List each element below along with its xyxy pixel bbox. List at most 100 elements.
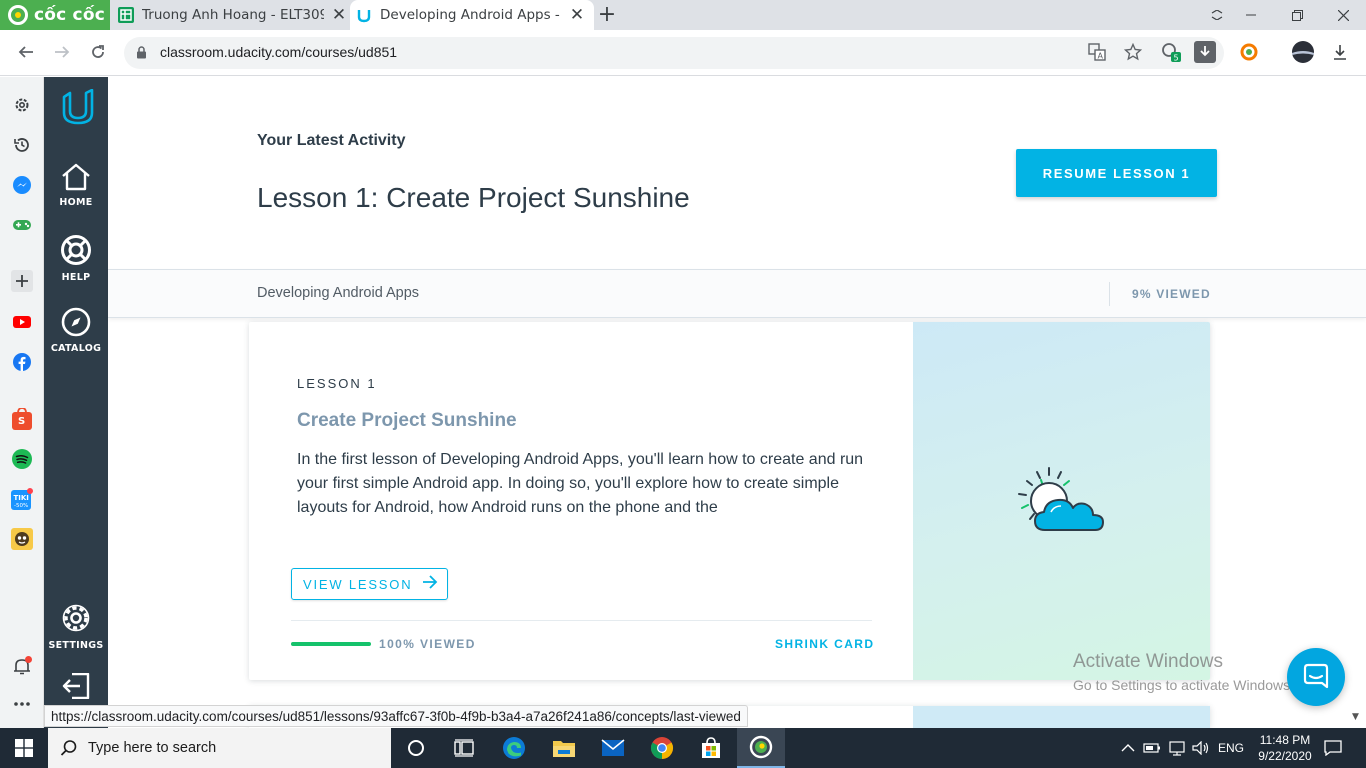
nav-home[interactable]: HOME	[44, 163, 108, 208]
page-title: Lesson 1: Create Project Sunshine	[257, 182, 690, 213]
lesson-number: LESSON 1	[297, 376, 377, 391]
taskbar-search-input[interactable]: Type here to search	[48, 728, 391, 768]
notifications-icon[interactable]	[11, 655, 33, 677]
new-tab-button[interactable]: +	[596, 2, 618, 27]
tab-title: Truong Anh Hoang - ELT3097	[142, 7, 324, 23]
windows-start-button[interactable]	[0, 728, 48, 768]
lesson-card-title[interactable]: Create Project Sunshine	[297, 410, 517, 432]
coccoc-icon[interactable]	[737, 728, 785, 768]
windows-activation-watermark: Activate Windows Go to Settings to activ…	[1073, 651, 1294, 693]
close-tab-icon[interactable]: ✕	[330, 5, 348, 25]
settings-icon[interactable]	[11, 94, 33, 116]
nav-catalog-label: CATALOG	[50, 343, 102, 354]
history-icon[interactable]	[11, 134, 33, 156]
close-window-icon[interactable]	[1320, 0, 1366, 30]
tiki-icon[interactable]: TIKI -50%	[11, 488, 33, 510]
browser-toolbar: classroom.udacity.com/courses/ud851 A 5	[0, 30, 1366, 76]
chat-support-button[interactable]	[1287, 648, 1345, 706]
download-icon[interactable]	[1194, 41, 1216, 63]
reload-icon[interactable]	[84, 38, 112, 66]
nav-help-label: HELP	[61, 272, 91, 283]
more-icon[interactable]	[11, 693, 33, 715]
game-app-icon[interactable]	[11, 528, 33, 550]
nav-settings[interactable]: SETTINGS	[44, 602, 108, 651]
store-icon[interactable]	[687, 728, 735, 768]
udacity-icon	[356, 7, 372, 23]
messenger-icon[interactable]	[11, 174, 33, 196]
downloads-icon[interactable]	[1329, 41, 1351, 63]
battery-icon[interactable]	[1143, 728, 1161, 768]
svg-text:A: A	[1098, 52, 1104, 61]
shrink-card-button[interactable]: SHRINK CARD	[775, 637, 874, 651]
lesson-image-panel	[913, 706, 1210, 728]
coccoc-menu-button[interactable]: cốc cốc	[0, 0, 110, 30]
home-icon	[62, 163, 90, 191]
mail-icon[interactable]	[589, 728, 637, 768]
lesson-description: In the first lesson of Developing Androi…	[297, 451, 864, 516]
bookmark-star-icon[interactable]	[1122, 41, 1144, 63]
chat-icon	[1303, 663, 1329, 689]
arrow-right-icon	[422, 574, 438, 594]
nav-catalog[interactable]: CATALOG	[44, 307, 108, 354]
resume-lesson-button[interactable]: RESUME LESSON 1	[1016, 149, 1217, 197]
facebook-icon[interactable]	[11, 351, 33, 373]
back-arrow-icon[interactable]	[12, 38, 40, 66]
close-tab-icon[interactable]: ✕	[568, 5, 586, 25]
nav-logout[interactable]	[44, 673, 108, 705]
nav-help[interactable]: HELP	[44, 234, 108, 283]
search-icon	[60, 740, 77, 756]
sheets-icon	[118, 7, 134, 23]
translate-icon[interactable]: A	[1086, 41, 1108, 63]
youtube-icon[interactable]	[11, 311, 33, 333]
nav-settings-label: SETTINGS	[48, 640, 104, 651]
search-placeholder: Type here to search	[88, 740, 217, 756]
edge-icon[interactable]	[490, 728, 538, 768]
task-view-icon[interactable]	[440, 728, 488, 768]
show-hidden-icons-icon[interactable]	[1121, 728, 1135, 768]
action-center-icon[interactable]	[1324, 728, 1342, 768]
volume-icon[interactable]	[1192, 728, 1210, 768]
restore-icon[interactable]	[1274, 0, 1320, 30]
lesson-image-panel	[913, 322, 1210, 680]
forward-arrow-icon[interactable]	[48, 38, 76, 66]
file-explorer-icon[interactable]	[540, 728, 588, 768]
view-lesson-button[interactable]: VIEW LESSON	[291, 568, 448, 600]
url-text: classroom.udacity.com/courses/ud851	[160, 44, 398, 60]
minimize-icon[interactable]	[1228, 0, 1274, 30]
lesson-progress-fill	[291, 642, 371, 646]
address-bar[interactable]: classroom.udacity.com/courses/ud851	[124, 37, 1224, 69]
help-lifebuoy-icon	[61, 235, 91, 265]
clock-date: 9/22/2020	[1258, 749, 1312, 763]
watermark-title: Activate Windows	[1073, 651, 1223, 672]
scroll-down-arrow-icon[interactable]: ▼	[1352, 712, 1359, 722]
tab-udacity[interactable]: Developing Android Apps - U ✕	[350, 0, 594, 30]
shopee-icon[interactable]: S	[11, 408, 33, 430]
windows-taskbar: Type here to search ENG 11:48 PM 9/22/20…	[0, 728, 1366, 768]
tab-sheets[interactable]: Truong Anh Hoang - ELT3097 ✕	[114, 0, 350, 30]
cortana-icon[interactable]	[392, 728, 440, 768]
course-viewed-percent: 9% VIEWED	[1132, 287, 1211, 301]
sun-cloud-icon	[1018, 467, 1104, 531]
udacity-logo[interactable]	[61, 89, 95, 125]
chrome-icon[interactable]	[638, 728, 686, 768]
course-name[interactable]: Developing Android Apps	[257, 285, 419, 301]
coccoc-extension-icon[interactable]	[1238, 41, 1260, 63]
lesson-card: LESSON 1 Create Project Sunshine In the …	[249, 322, 1210, 680]
browser-tab-strip: cốc cốc Truong Anh Hoang - ELT3097 ✕ Dev…	[0, 0, 1366, 30]
compass-icon	[61, 307, 91, 337]
extension-icon[interactable]: 5	[1160, 41, 1182, 63]
coccoc-logo-icon	[8, 5, 28, 25]
profile-avatar[interactable]	[1292, 41, 1314, 63]
lesson-progress-bar	[291, 642, 371, 646]
svg-text:-50%: -50%	[14, 503, 28, 509]
language-indicator[interactable]: ENG	[1218, 728, 1244, 768]
udacity-nav: HOME HELP CATALOG SETTINGS	[44, 77, 108, 728]
status-bar-url: https://classroom.udacity.com/courses/ud…	[44, 705, 748, 727]
network-icon[interactable]	[1168, 728, 1186, 768]
spotify-icon[interactable]	[11, 448, 33, 470]
taskbar-clock[interactable]: 11:48 PM 9/22/2020	[1252, 732, 1318, 764]
add-icon[interactable]	[11, 270, 33, 292]
tab-title: Developing Android Apps - U	[380, 7, 562, 23]
browser-brand: cốc cốc	[34, 5, 105, 25]
game-icon[interactable]	[11, 214, 33, 236]
